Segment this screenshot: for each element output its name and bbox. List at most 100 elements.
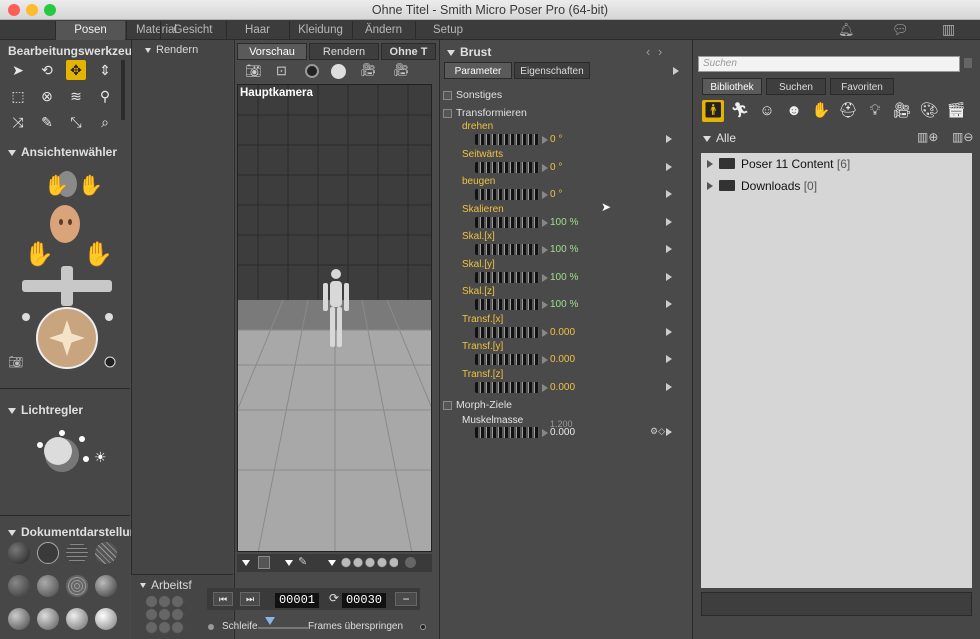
preview-style-icon[interactable] [95,608,117,630]
dropdown-triangle-icon[interactable] [285,557,298,569]
wireframe-style-icon[interactable] [66,542,88,564]
display-toggle-icon[interactable] [405,557,416,568]
add-library-icon[interactable]: ▥⊕ [917,130,938,144]
scale-icon[interactable]: ⬚ [8,86,28,106]
collapse-sonstiges-button[interactable] [443,91,452,100]
tab-setup[interactable]: Setup [415,21,480,40]
param-menu-arrow-icon[interactable] [666,217,672,229]
param-value[interactable]: 0 ° [550,134,562,145]
param-menu-arrow-icon[interactable] [666,382,672,394]
chat-icon[interactable]: 💬︎ [892,22,909,38]
color-swatch[interactable] [258,556,270,569]
param-dial[interactable] [475,354,539,365]
dial-arrow-icon[interactable] [542,135,548,147]
remove-library-icon[interactable]: ▥⊖ [952,130,973,144]
morph-menu-arrow-icon[interactable] [666,427,672,439]
collapse-triangle-icon[interactable] [140,583,146,589]
smooth-lined-style-icon[interactable] [37,608,59,630]
tab-menu-arrow-icon[interactable] [673,66,679,78]
param-menu-arrow-icon[interactable] [666,327,672,339]
props-hat-icon[interactable]: ⛑ [837,100,859,122]
tools-scrollbar[interactable] [121,60,125,120]
dial-arrow-icon[interactable] [542,300,548,312]
param-menu-arrow-icon[interactable] [666,189,672,201]
dial-arrow-icon[interactable] [542,355,548,367]
tab-posen[interactable]: Posen [55,21,125,40]
next-icon[interactable]: › [658,44,662,59]
collapse-triangle-icon[interactable] [8,529,16,536]
collapse-triangle-icon[interactable] [703,135,711,142]
panel-menu-icon[interactable] [964,58,972,68]
tab-kleidung[interactable]: Kleidung [289,21,351,40]
tab-vorschau[interactable]: Vorschau [237,43,307,60]
param-dial[interactable] [475,217,539,228]
dial-arrow-icon[interactable] [542,383,548,395]
morph-dial[interactable] [475,427,539,438]
param-dial[interactable] [475,272,539,283]
param-dial[interactable] [475,299,539,310]
texture-shaded-style-icon[interactable] [66,608,88,630]
cartoon-style-icon[interactable] [95,575,117,597]
light-controls-widget[interactable]: ☀ [30,425,115,485]
expand-triangle-icon[interactable] [707,160,713,168]
dropdown-triangle-icon[interactable] [242,557,255,569]
scenes-icon[interactable]: 🎬︎ [945,100,967,122]
chain-break-icon[interactable]: ⚲ [95,86,115,106]
dial-arrow-icon[interactable] [542,328,548,340]
flat-shaded-style-icon[interactable] [37,575,59,597]
pen-icon[interactable]: ✎ [298,555,307,568]
tab-document[interactable]: Ohne T [381,43,436,60]
collapse-triangle-icon[interactable] [8,149,16,156]
smooth-shaded-style-icon[interactable] [8,608,30,630]
dial-arrow-icon[interactable] [542,245,548,257]
param-dial[interactable] [475,244,539,255]
param-menu-arrow-icon[interactable] [666,244,672,256]
dial-arrow-icon[interactable] [542,190,548,202]
tab-gesicht[interactable]: Gesicht [160,21,225,40]
morph-brush-icon[interactable]: ⤡ [66,112,86,132]
library-all-header[interactable]: Alle [703,131,736,145]
tab-eigenschaften[interactable]: Eigenschaften [514,62,590,79]
previous-icon[interactable]: ‹ [646,44,650,59]
direct-manipulation-icon[interactable]: ⌕ [95,112,115,132]
tab-parameter[interactable]: Parameter [444,62,512,79]
library-shelf-icon[interactable]: ▥ [942,21,955,38]
param-value[interactable]: 100 % [550,217,578,228]
display-style-balls[interactable] [340,556,398,569]
lens-icon[interactable] [305,64,319,78]
library-item[interactable]: Downloads [0] [707,179,817,193]
collapse-triangle-icon[interactable] [447,49,455,56]
taper-icon[interactable]: ≋ [66,86,86,106]
dial-arrow-icon[interactable] [542,273,548,285]
param-menu-arrow-icon[interactable] [666,134,672,146]
morph-value[interactable]: 0.000 [550,427,575,438]
param-menu-arrow-icon[interactable] [666,162,672,174]
flat-lined-style-icon[interactable] [66,575,88,597]
materials-palette-icon[interactable]: 🎨︎ [918,100,940,122]
translate-move-icon[interactable]: ✥ [66,60,86,80]
tab-bibliothek[interactable]: Bibliothek [702,78,762,95]
video-camera-icon[interactable]: 🎥︎ [393,62,410,78]
param-menu-arrow-icon[interactable] [666,354,672,366]
3d-viewport[interactable] [237,84,432,552]
camera-icon[interactable]: 📷︎ [245,63,262,79]
target-icon[interactable] [331,64,346,79]
translate-in-out-icon[interactable]: ⇕ [95,60,115,80]
collapse-transformieren-button[interactable] [443,109,452,118]
param-value[interactable]: 100 % [550,299,578,310]
dial-arrow-icon[interactable] [542,163,548,175]
hair-icon[interactable]: ☻ [783,100,805,122]
color-brush-icon[interactable]: ✎ [37,112,57,132]
bell-icon[interactable]: 🔔︎ [838,22,855,38]
collapse-triangle-icon[interactable] [145,47,151,53]
lit-wireframe-style-icon[interactable] [8,575,30,597]
rotate-icon[interactable]: ⟲ [37,60,57,80]
outline-style-icon[interactable] [37,542,59,564]
go-to-end-icon[interactable]: ⏭ [240,592,260,606]
tab-rendern[interactable]: Rendern [309,43,379,60]
movie-camera-icon[interactable]: 🎥︎ [360,62,377,78]
param-value[interactable]: 0.000 [550,382,575,393]
dial-arrow-icon[interactable] [542,218,548,230]
grouping-icon[interactable]: ⤨ [8,112,28,132]
skip-frames-radio[interactable] [420,624,426,630]
